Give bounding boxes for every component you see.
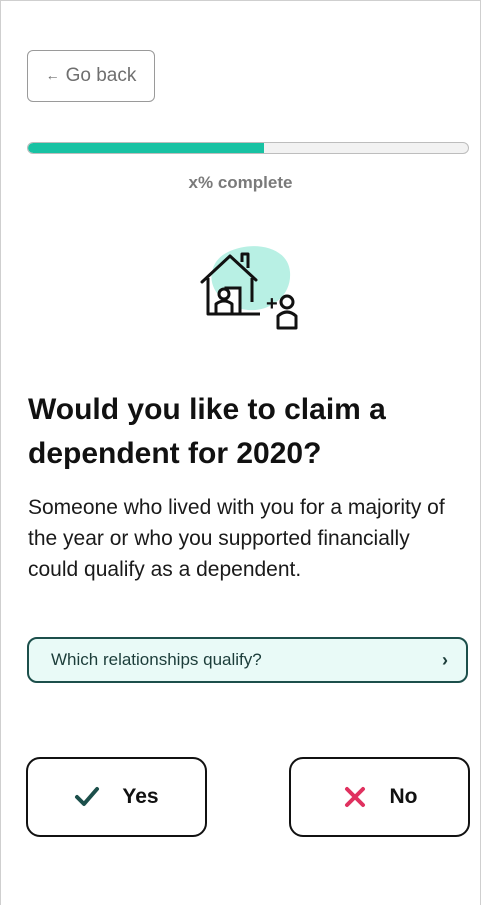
progress-label: x% complete <box>188 173 293 192</box>
no-label: No <box>389 785 418 808</box>
go-back-button[interactable]: ← Go back <box>27 50 155 102</box>
x-mark-icon <box>342 784 368 810</box>
checkmark-icon <box>74 784 100 810</box>
house-plus-dependent-icon: + <box>190 238 310 338</box>
go-back-label: Go back <box>65 65 137 86</box>
yes-label: Yes <box>122 785 159 808</box>
progress-bar <box>27 142 469 154</box>
no-button[interactable]: No <box>289 757 470 837</box>
which-relationships-qualify-button[interactable]: Which relationships qualify? › <box>27 637 468 683</box>
chevron-right-icon: › <box>442 649 448 670</box>
yes-button[interactable]: Yes <box>26 757 207 837</box>
question-description: Someone who lived with you for a majorit… <box>28 496 445 581</box>
help-link-label: Which relationships qualify? <box>51 650 262 669</box>
question-title: Would you like to claim a dependent for … <box>28 393 386 470</box>
progress-bar-fill <box>28 143 265 153</box>
svg-text:+: + <box>266 293 278 315</box>
left-arrow-icon: ← <box>45 67 60 83</box>
